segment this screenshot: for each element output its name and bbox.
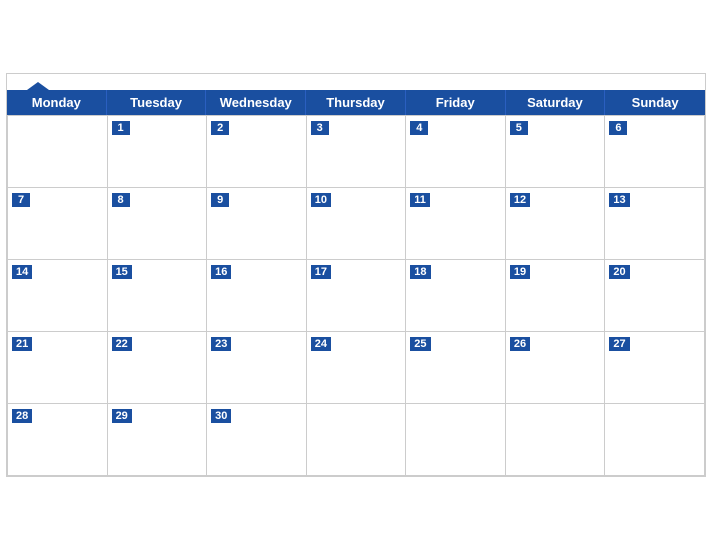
day-cell: 12 (506, 188, 606, 260)
day-cell: 5 (506, 116, 606, 188)
day-cell: 30 (207, 404, 307, 476)
day-header-monday: Monday (7, 90, 107, 115)
day-number: 8 (112, 193, 130, 207)
day-number: 28 (12, 409, 32, 423)
day-cell: 8 (108, 188, 208, 260)
day-number: 17 (311, 265, 331, 279)
day-number: 24 (311, 337, 331, 351)
day-cell (406, 404, 506, 476)
day-number: 10 (311, 193, 331, 207)
logo (23, 82, 49, 102)
day-cell: 10 (307, 188, 407, 260)
day-header-saturday: Saturday (506, 90, 606, 115)
day-number: 6 (609, 121, 627, 135)
day-number: 14 (12, 265, 32, 279)
day-number: 3 (311, 121, 329, 135)
day-number: 18 (410, 265, 430, 279)
day-header-sunday: Sunday (605, 90, 705, 115)
day-cell: 9 (207, 188, 307, 260)
day-number: 9 (211, 193, 229, 207)
day-number: 12 (510, 193, 530, 207)
day-number: 16 (211, 265, 231, 279)
day-cell: 18 (406, 260, 506, 332)
calendar-grid: 1234567891011121314151617181920212223242… (7, 115, 705, 476)
day-number: 19 (510, 265, 530, 279)
day-cell: 4 (406, 116, 506, 188)
day-header-friday: Friday (406, 90, 506, 115)
day-cell: 17 (307, 260, 407, 332)
day-header-wednesday: Wednesday (206, 90, 306, 115)
day-number: 7 (12, 193, 30, 207)
day-header-tuesday: Tuesday (107, 90, 207, 115)
day-number: 1 (112, 121, 130, 135)
day-number: 30 (211, 409, 231, 423)
day-cell: 1 (108, 116, 208, 188)
day-number: 13 (609, 193, 629, 207)
day-cell: 20 (605, 260, 705, 332)
day-number: 25 (410, 337, 430, 351)
day-number: 21 (12, 337, 32, 351)
calendar-header (7, 74, 705, 90)
day-number: 11 (410, 193, 430, 207)
day-number: 27 (609, 337, 629, 351)
day-cell: 26 (506, 332, 606, 404)
day-cell (605, 404, 705, 476)
day-number: 15 (112, 265, 132, 279)
day-cell: 25 (406, 332, 506, 404)
day-number: 4 (410, 121, 428, 135)
day-cell: 6 (605, 116, 705, 188)
day-cell: 22 (108, 332, 208, 404)
day-number: 29 (112, 409, 132, 423)
day-cell: 24 (307, 332, 407, 404)
day-cell (307, 404, 407, 476)
day-cell: 21 (8, 332, 108, 404)
day-cell: 19 (506, 260, 606, 332)
day-number: 22 (112, 337, 132, 351)
calendar: MondayTuesdayWednesdayThursdayFridaySatu… (6, 73, 706, 477)
day-cell: 2 (207, 116, 307, 188)
day-cell: 23 (207, 332, 307, 404)
day-cell (8, 116, 108, 188)
day-cell: 27 (605, 332, 705, 404)
day-header-thursday: Thursday (306, 90, 406, 115)
day-cell: 3 (307, 116, 407, 188)
day-headers: MondayTuesdayWednesdayThursdayFridaySatu… (7, 90, 705, 115)
day-number: 5 (510, 121, 528, 135)
day-cell: 16 (207, 260, 307, 332)
day-cell: 14 (8, 260, 108, 332)
day-number: 2 (211, 121, 229, 135)
day-cell: 29 (108, 404, 208, 476)
day-cell (506, 404, 606, 476)
logo-bird-icon (27, 80, 49, 102)
day-cell: 11 (406, 188, 506, 260)
day-cell: 13 (605, 188, 705, 260)
day-number: 20 (609, 265, 629, 279)
day-cell: 7 (8, 188, 108, 260)
day-number: 23 (211, 337, 231, 351)
day-number: 26 (510, 337, 530, 351)
day-cell: 28 (8, 404, 108, 476)
day-cell: 15 (108, 260, 208, 332)
